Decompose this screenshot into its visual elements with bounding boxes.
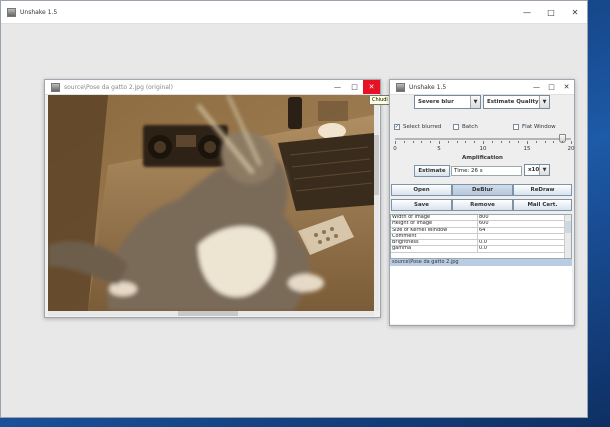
slider-tick-label: 0 [393, 146, 397, 152]
chevron-down-icon[interactable]: ▼ [539, 165, 549, 175]
close-icon[interactable]: ✕ [559, 80, 574, 94]
chevron-down-icon[interactable]: ▼ [539, 96, 549, 108]
minimize-icon[interactable]: — [515, 1, 539, 23]
image-window-titlebar[interactable]: source\Pose da gatto 2.jpg (original) — … [45, 80, 380, 95]
slider-tick-label: 10 [479, 146, 487, 152]
property-key: Size of Kernel Window [391, 227, 478, 233]
minimize-icon[interactable]: — [329, 80, 346, 94]
table-scrollbar[interactable] [564, 215, 571, 258]
save-button[interactable]: Save [391, 199, 452, 211]
slider-tick [483, 141, 484, 144]
maximize-icon[interactable]: □ [539, 1, 563, 23]
slider-tick [456, 141, 458, 143]
mode-select[interactable]: Estimate Quality ▼ [483, 95, 550, 109]
image-window: source\Pose da gatto 2.jpg (original) — … [44, 79, 381, 318]
file-list-selected-item[interactable]: source\Pose da gatto 2.jpg [390, 259, 572, 266]
slider-tick [518, 141, 520, 143]
batch-checkbox[interactable]: Batch [453, 124, 478, 130]
slider-tick [447, 141, 449, 143]
slider-tick [527, 141, 528, 144]
chevron-down-icon[interactable]: ▼ [470, 96, 480, 108]
close-tooltip: Chiudi [369, 95, 391, 105]
slider-tick [571, 141, 572, 144]
maximize-icon[interactable]: □ [346, 80, 363, 94]
control-window-titlebar[interactable]: Unshake 1.5 — □ ✕ [390, 80, 574, 95]
slider-tick [544, 141, 546, 143]
minimize-icon[interactable]: — [529, 80, 544, 94]
property-value[interactable]: 64 [478, 228, 566, 233]
file-list[interactable] [390, 266, 572, 324]
blur-type-value: Severe blur [418, 99, 454, 105]
slider-tick [403, 141, 405, 143]
checkbox-icon[interactable] [513, 124, 519, 130]
deblur-button[interactable]: DeBlur [452, 184, 513, 196]
amplification-label: Amplification [462, 155, 503, 161]
slider-tick [465, 141, 467, 143]
close-icon[interactable]: ✕ [363, 80, 380, 94]
main-titlebar[interactable]: Unshake 1.5 — □ ✕ [1, 1, 587, 24]
slider-tick [509, 141, 511, 143]
flat-window-label: Flat Window [522, 124, 556, 130]
close-icon[interactable]: ✕ [563, 1, 587, 23]
control-window-title: Unshake 1.5 [409, 83, 447, 91]
slider-tick [439, 141, 440, 144]
select-blurred-checkbox[interactable]: ✓ Select blurred [394, 124, 441, 130]
app-icon [396, 82, 405, 92]
checkbox-icon[interactable] [453, 124, 459, 130]
image-horizontal-scrollbar[interactable] [48, 311, 374, 316]
slider-tick [500, 141, 502, 143]
slider-tick-label: 5 [437, 146, 441, 152]
property-key: Brightness [391, 240, 478, 246]
property-value[interactable]: 0.0 [478, 240, 566, 245]
property-key: Height of image [391, 221, 478, 227]
property-key: Comment [391, 233, 478, 240]
properties-table: Width of image 800 Height of image 600 Siz… [390, 214, 572, 259]
slider-tick [562, 141, 564, 143]
kernel-size-value: x10 [528, 167, 540, 173]
cat-photo [48, 95, 374, 311]
slider-tick [491, 141, 493, 143]
mode-value: Estimate Quality [487, 99, 539, 105]
app-icon [7, 7, 16, 17]
select-blurred-label: Select blurred [403, 124, 442, 130]
estimate-button[interactable]: Estimate [414, 165, 450, 177]
time-field: Time: 26 s [451, 166, 522, 176]
open-button[interactable]: Open [391, 184, 452, 196]
cat-photo-drawing [48, 95, 374, 311]
property-value[interactable] [478, 234, 566, 239]
property-value[interactable]: 0.0 [478, 246, 566, 251]
batch-label: Batch [462, 124, 478, 130]
slider-tick [553, 141, 555, 143]
slider-tick [412, 141, 414, 143]
app-icon [51, 82, 60, 92]
kernel-size-select[interactable]: x10 ▼ [524, 164, 550, 176]
slider-tick-label: 15 [523, 146, 531, 152]
main-window-title: Unshake 1.5 [20, 8, 58, 16]
slider-tick [535, 141, 537, 143]
property-value[interactable]: 800 [478, 215, 566, 220]
blur-type-select[interactable]: Severe blur ▼ [414, 95, 481, 109]
property-value[interactable]: 600 [478, 221, 566, 226]
slider-tick [430, 141, 432, 143]
property-key: gamma [391, 246, 478, 252]
table-row[interactable]: gamma 0.0 [391, 246, 571, 253]
mail-cert-button[interactable]: Mail Cert. [513, 199, 572, 211]
slider-tick [474, 141, 476, 143]
flat-window-checkbox[interactable]: Flat Window [513, 124, 556, 130]
maximize-icon[interactable]: □ [544, 80, 559, 94]
remove-button[interactable]: Remove [452, 199, 513, 211]
redraw-button[interactable]: ReDraw [513, 184, 572, 196]
checkbox-checked-icon[interactable]: ✓ [394, 124, 400, 130]
amplification-slider-track[interactable] [395, 138, 571, 140]
slider-tick [421, 141, 423, 143]
image-vertical-scrollbar[interactable] [374, 95, 379, 311]
property-key: Width of image [391, 215, 478, 221]
slider-tick-label: 20 [567, 146, 575, 152]
slider-tick [395, 141, 396, 144]
image-window-title: source\Pose da gatto 2.jpg (original) [64, 83, 173, 91]
